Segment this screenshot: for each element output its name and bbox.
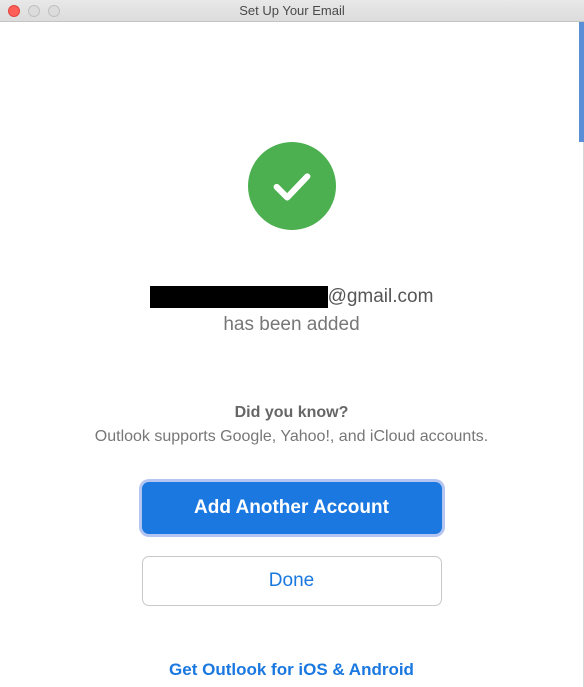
success-icon: [248, 142, 336, 230]
done-button[interactable]: Done: [142, 556, 442, 606]
window-controls: [0, 5, 60, 17]
added-confirmation-text: has been added: [223, 314, 359, 336]
right-edge-accent: [579, 22, 584, 142]
content-area: @gmail.com has been added Did you know? …: [0, 22, 584, 687]
minimize-window-button[interactable]: [28, 5, 40, 17]
email-added-line: @gmail.com: [150, 286, 434, 308]
close-window-button[interactable]: [8, 5, 20, 17]
titlebar: Set Up Your Email: [0, 0, 584, 22]
email-suffix: @gmail.com: [328, 286, 434, 308]
zoom-window-button[interactable]: [48, 5, 60, 17]
window-title: Set Up Your Email: [0, 3, 584, 18]
get-outlook-mobile-link[interactable]: Get Outlook for iOS & Android: [169, 660, 414, 680]
add-another-account-button[interactable]: Add Another Account: [142, 482, 442, 534]
tip-heading: Did you know?: [235, 404, 349, 422]
checkmark-icon: [269, 163, 315, 209]
setup-email-window: Set Up Your Email @gmail.com has been ad…: [0, 0, 584, 687]
email-redacted-block: [150, 286, 328, 308]
tip-body: Outlook supports Google, Yahoo!, and iCl…: [95, 428, 488, 446]
